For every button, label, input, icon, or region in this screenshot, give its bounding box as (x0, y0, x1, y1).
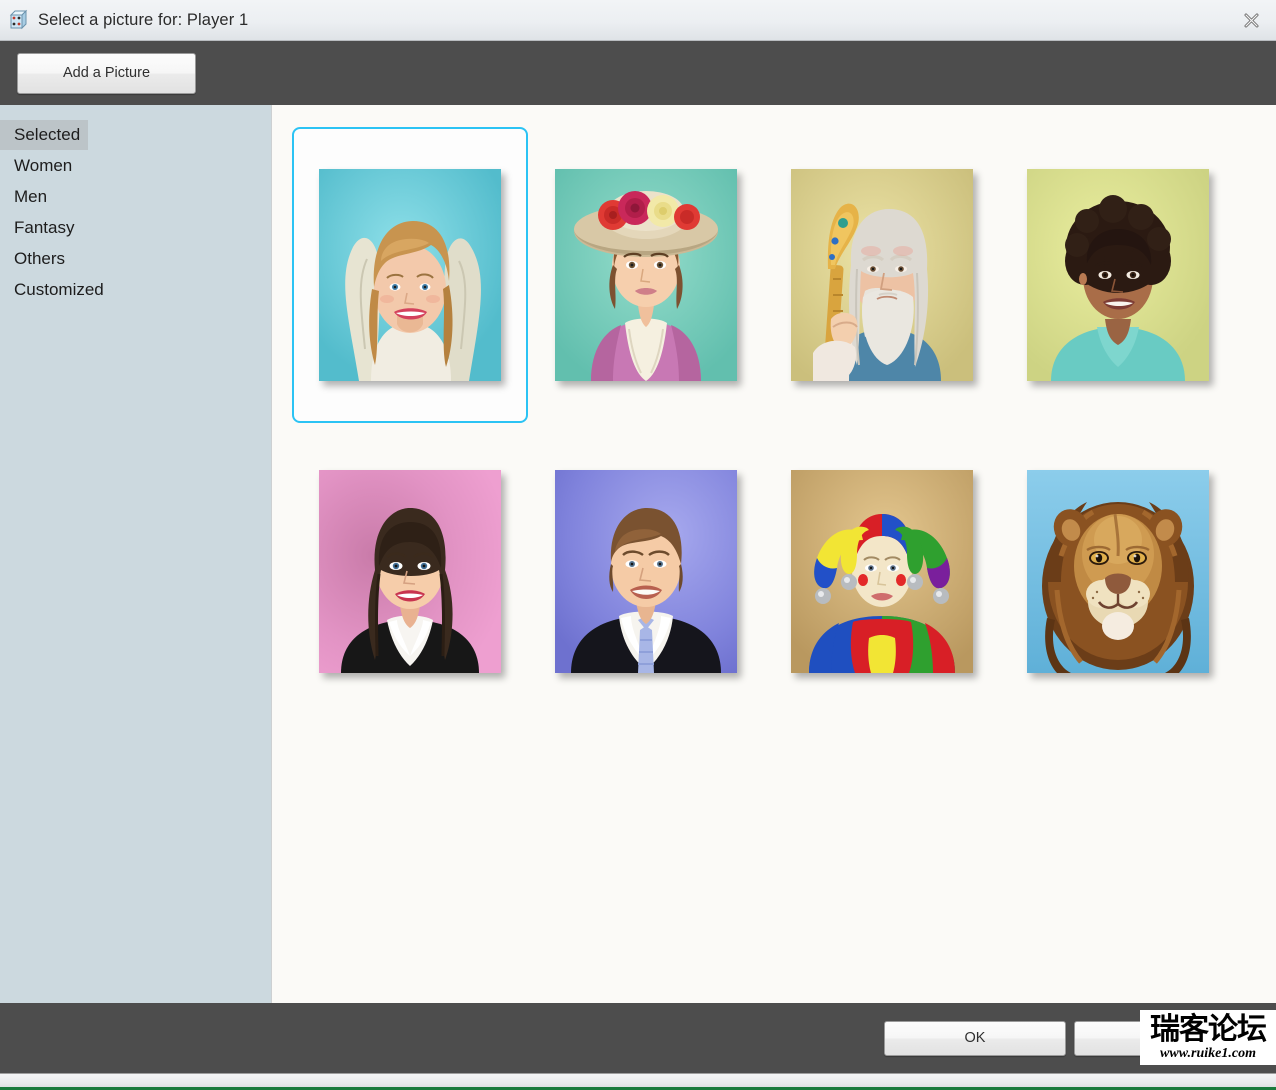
dialog-footer: OK Cancel 瑞客论坛 www.ruike1.com (0, 1003, 1276, 1073)
picture-tile-lion[interactable] (1000, 423, 1236, 719)
wizard-avatar (791, 169, 973, 381)
picture-tile-jester[interactable] (764, 423, 1000, 719)
lion-avatar (1027, 469, 1209, 673)
category-sidebar: Selected Women Men Fantasy Others Custom… (0, 105, 272, 1003)
businessman-avatar (555, 469, 737, 673)
picture-tile-afro-woman[interactable] (1000, 127, 1236, 423)
picture-tile-wizard[interactable] (764, 127, 1000, 423)
select-picture-dialog: Select a picture for: Player 1 Add a Pic… (0, 0, 1276, 1090)
bottom-status-strip (0, 1073, 1276, 1090)
sidebar-item-others[interactable]: Others (0, 244, 73, 274)
cancel-button[interactable]: Cancel (1074, 1020, 1256, 1056)
picture-tile-businesswoman[interactable] (292, 423, 528, 719)
afro-woman-avatar (1027, 169, 1209, 381)
window-title: Select a picture for: Player 1 (38, 10, 249, 29)
picture-grid (292, 127, 1276, 719)
sidebar-item-selected[interactable]: Selected (0, 120, 89, 150)
picture-grid-area (272, 105, 1276, 1003)
titlebar: Select a picture for: Player 1 (0, 0, 1276, 41)
sidebar-item-men[interactable]: Men (0, 182, 55, 212)
businesswoman-avatar (319, 469, 501, 673)
sidebar-item-women[interactable]: Women (0, 151, 80, 181)
ok-button[interactable]: OK (884, 1020, 1066, 1056)
picture-tile-businessman[interactable] (528, 423, 764, 719)
picture-tile-flower-hat-woman[interactable] (528, 127, 764, 423)
angel-woman-avatar (319, 169, 501, 381)
dialog-body: Selected Women Men Fantasy Others Custom… (0, 105, 1276, 1003)
toolbar: Add a Picture (0, 41, 1276, 105)
picture-tile-angel-woman[interactable] (292, 127, 528, 423)
jester-avatar (791, 469, 973, 673)
add-picture-button[interactable]: Add a Picture (17, 52, 196, 94)
sidebar-item-customized[interactable]: Customized (0, 275, 112, 305)
close-icon[interactable] (1236, 7, 1266, 33)
dice-icon (6, 7, 32, 33)
sidebar-item-fantasy[interactable]: Fantasy (0, 213, 82, 243)
flower-hat-woman-avatar (555, 169, 737, 381)
